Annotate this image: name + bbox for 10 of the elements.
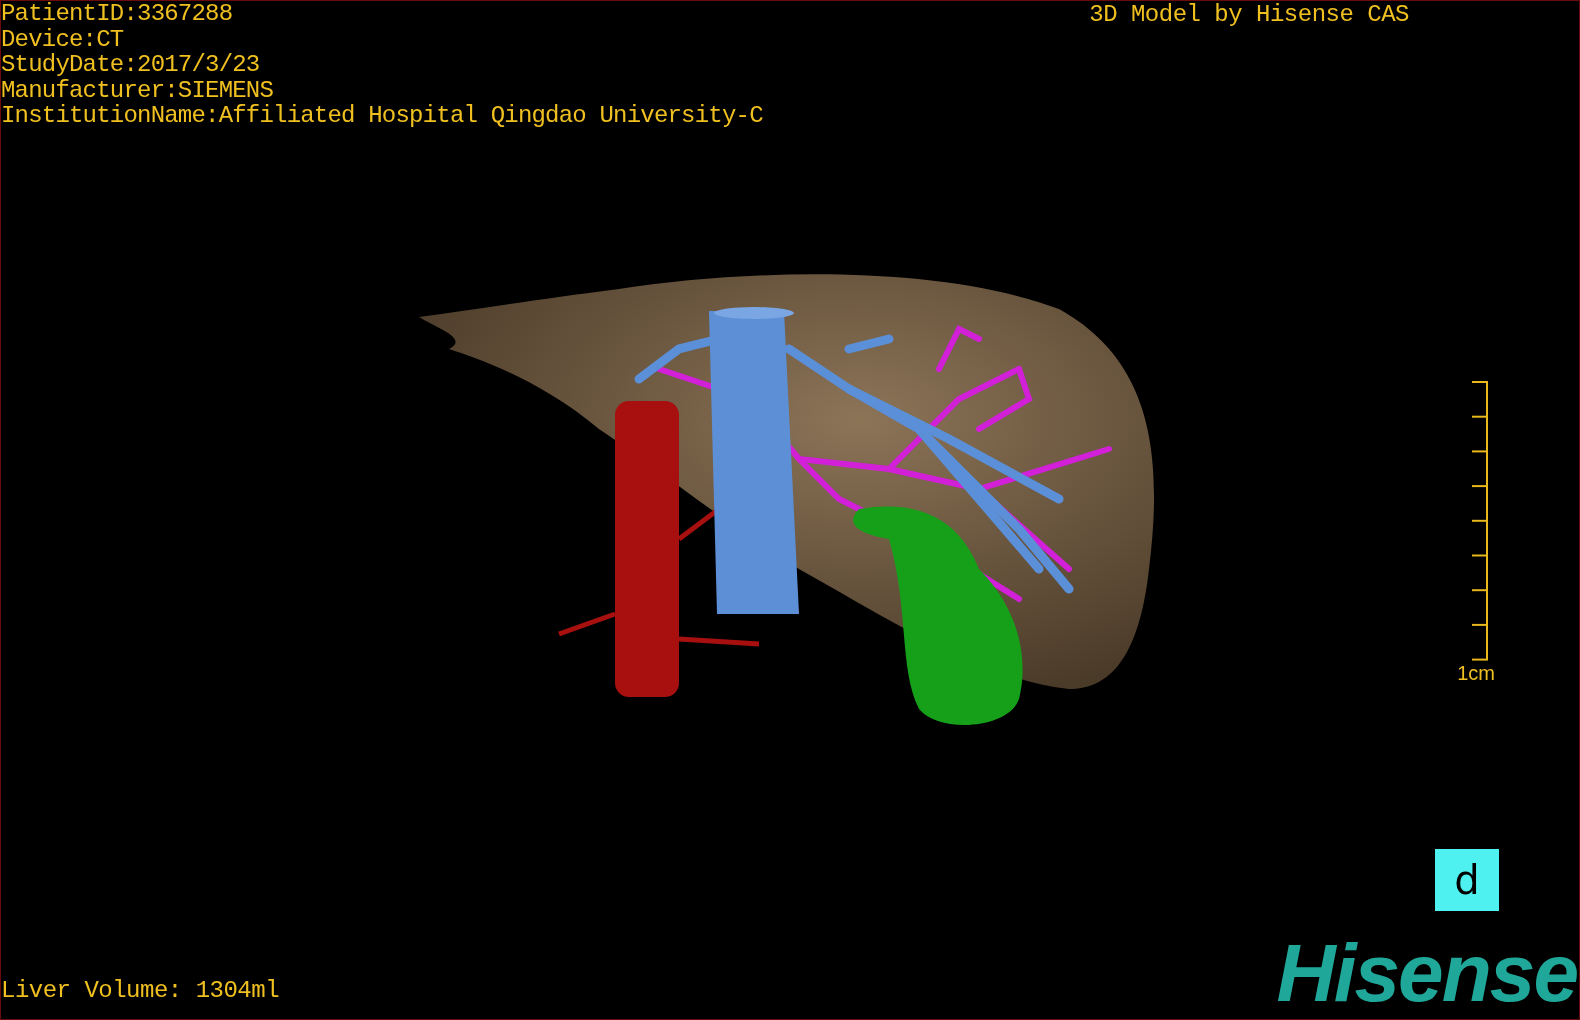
patient-info-line: PatientID:3367288 bbox=[1, 1, 234, 27]
hisense-logo: Hisense bbox=[1276, 937, 1577, 1009]
patient-info-line: InstitutionName:Affiliated Hospital Qingdao University-C bbox=[1, 103, 763, 129]
patient-info-line: Device:CT bbox=[1, 26, 125, 52]
scale-label: 1cm bbox=[1457, 660, 1495, 685]
view-button[interactable]: d bbox=[1435, 849, 1499, 911]
patient-info-line: Manufacturer:SIEMENS bbox=[1, 77, 275, 103]
model-title: 3D Model by Hisense CAS bbox=[1089, 1, 1409, 30]
patient-info-line: StudyDate:2017/3/23 bbox=[1, 52, 261, 78]
liver-volume: Liver Volume: 1304ml bbox=[1, 977, 280, 1005]
